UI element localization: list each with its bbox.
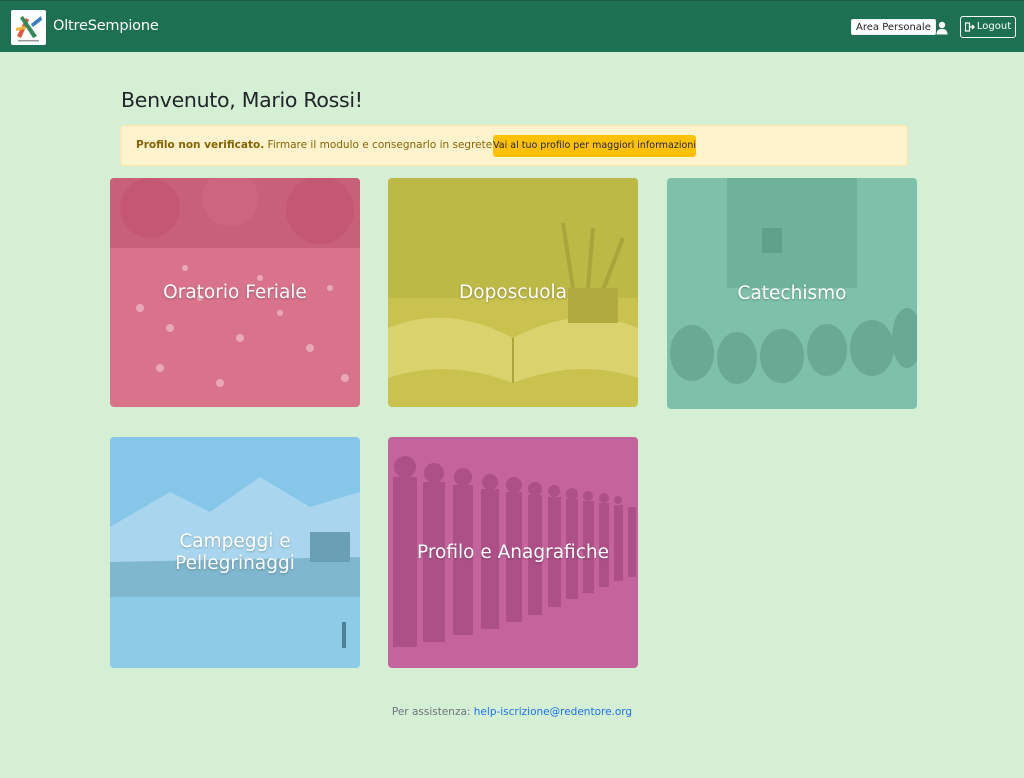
alert-strong: Profilo non verificato. (136, 139, 265, 151)
tile-label: Doposcuola (459, 281, 567, 303)
tile-label: Oratorio Feriale (163, 281, 307, 303)
footer-prefix: Per assistenza: (391, 706, 471, 718)
top-navbar: OltreSempione Area Personale Logout (0, 0, 1024, 52)
support-email-link[interactable]: help-iscrizione@redentore.org (474, 706, 632, 718)
area-personale-button[interactable]: Area Personale (851, 19, 936, 35)
tile-oratorio-feriale[interactable]: Oratorio Feriale (110, 178, 360, 407)
brand-name[interactable]: OltreSempione (53, 18, 159, 34)
tile-doposcuola[interactable]: Doposcuola (388, 178, 638, 407)
go-to-profile-button[interactable]: Vai al tuo profilo per maggiori informaz… (493, 135, 696, 157)
logout-button[interactable]: Logout (960, 16, 1016, 38)
user-icon[interactable] (936, 20, 948, 35)
tile-catechismo[interactable]: Catechismo (667, 178, 917, 409)
tile-label: Catechismo (737, 282, 847, 304)
tile-profilo-anagrafiche[interactable]: Profilo e Anagrafiche (388, 437, 638, 668)
alert-message: Firmare il modulo e consegnarlo in segre… (264, 139, 510, 151)
tile-label: Campeggi e Pellegrinaggi (175, 530, 295, 574)
profile-warning-alert: Profilo non verificato. Firmare il modul… (120, 125, 908, 166)
tile-label: Profilo e Anagrafiche (417, 541, 609, 563)
tile-campeggi-pellegrinaggi[interactable]: Campeggi e Pellegrinaggi (110, 437, 360, 668)
alert-text: Profilo non verificato. Firmare il modul… (136, 139, 509, 151)
logout-icon (964, 22, 975, 32)
footer: Per assistenza: help-iscrizione@redentor… (0, 706, 1024, 718)
page-title: Benvenuto, Mario Rossi! (121, 88, 363, 112)
logout-label: Logout (976, 21, 1012, 32)
brand-logo-icon[interactable] (11, 10, 46, 45)
